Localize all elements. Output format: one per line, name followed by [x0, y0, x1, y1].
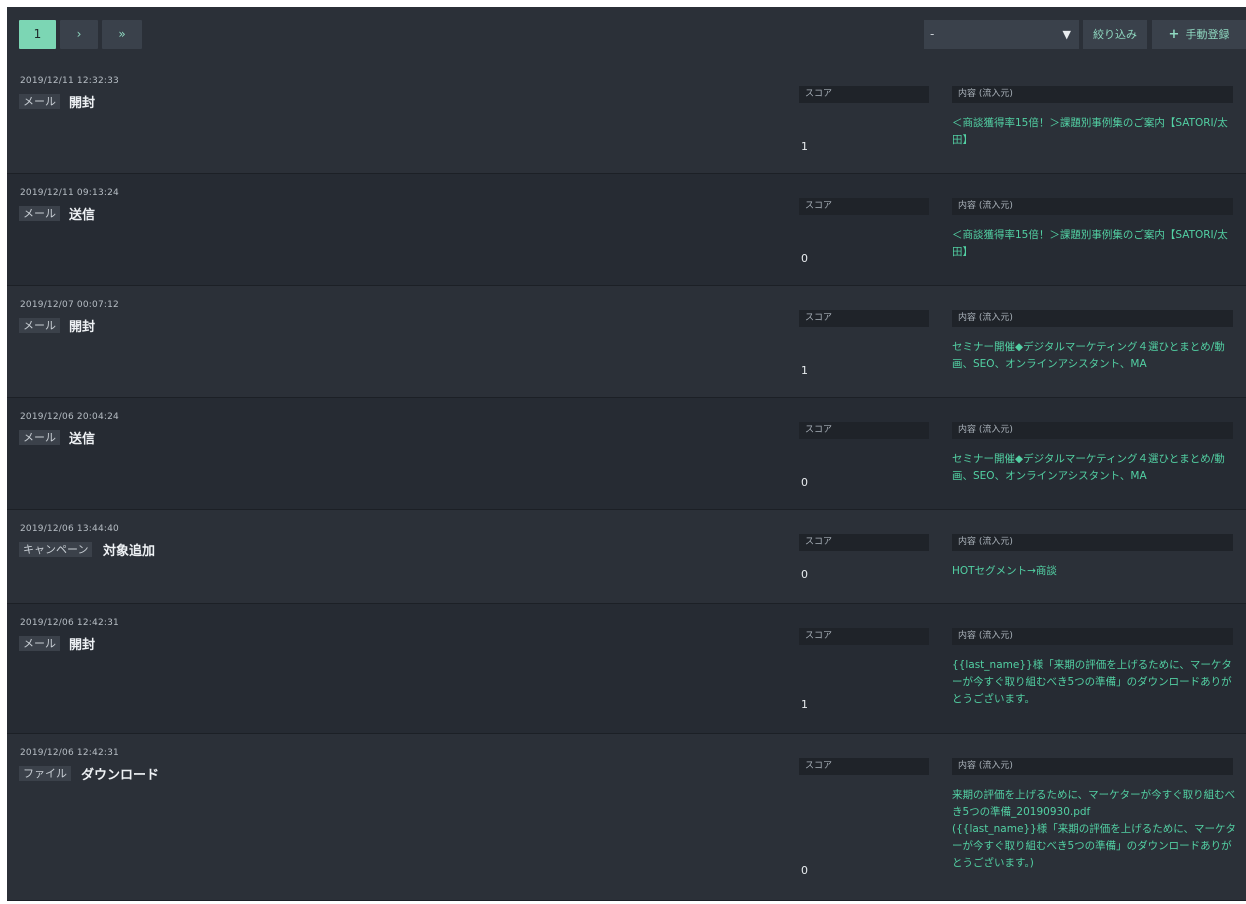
- activity-content[interactable]: セミナー開催◆デジタルマーケティング４選ひとまとめ/動画、SEO、オンラインアシ…: [952, 339, 1237, 373]
- content-line[interactable]: 来期の評価を上げるために、マーケターが今すぐ取り組むべき5つの準備_201909…: [952, 787, 1237, 821]
- activity-timestamp: 2019/12/07 00:07:12: [20, 300, 119, 310]
- content-line[interactable]: ＜商談獲得率15倍！＞課題別事例集のご案内【SATORI/太田】: [952, 115, 1237, 149]
- activity-action: 開封: [69, 96, 96, 111]
- activity-action: 送信: [69, 208, 96, 223]
- activity-type-badge: メール: [19, 318, 60, 333]
- activity-row: 2019/12/06 12:42:31 メール 開封 スコア 1 内容 (流入元) {{la…: [7, 604, 1246, 734]
- activity-action: 開封: [69, 320, 96, 335]
- activity-content[interactable]: ＜商談獲得率15倍！＞課題別事例集のご案内【SATORI/太田】: [952, 115, 1237, 149]
- score-value: 0: [801, 476, 808, 489]
- activity-content[interactable]: HOTセグメント→商談: [952, 563, 1237, 580]
- score-label: スコア: [799, 310, 929, 327]
- filter-select[interactable]: - ▼: [924, 20, 1079, 49]
- filter-select-value: -: [930, 27, 935, 41]
- activity-type-badge: キャンペーン: [19, 542, 93, 557]
- next-page-button[interactable]: ›: [60, 20, 98, 49]
- content-line[interactable]: HOTセグメント→商談: [952, 563, 1237, 580]
- score-label: スコア: [799, 198, 929, 215]
- page-1-button[interactable]: 1: [19, 20, 56, 49]
- activity-row: 2019/12/11 09:13:24 メール 送信 スコア 0 内容 (流入元) ＜商談獲…: [7, 174, 1246, 286]
- caret-down-icon: ▼: [1062, 28, 1071, 41]
- score-value: 0: [801, 568, 808, 581]
- activity-timestamp: 2019/12/11 09:13:24: [20, 188, 119, 198]
- last-page-button[interactable]: »: [102, 20, 142, 49]
- activity-action: ダウンロード: [81, 768, 160, 783]
- activity-content[interactable]: {{last_name}}様「来期の評価を上げるために、マーケターが今すぐ取り組…: [952, 657, 1237, 708]
- activity-action: 開封: [69, 638, 96, 653]
- content-label: 内容 (流入元): [952, 534, 1233, 551]
- content-label: 内容 (流入元): [952, 758, 1233, 775]
- activity-type-badge: メール: [19, 430, 60, 445]
- activity-type-badge: ファイル: [19, 766, 71, 781]
- score-value: 1: [801, 140, 808, 153]
- activity-type-badge: メール: [19, 94, 60, 109]
- score-label: スコア: [799, 422, 929, 439]
- activity-timestamp: 2019/12/11 12:32:33: [20, 76, 119, 86]
- score-value: 1: [801, 364, 808, 377]
- score-label: スコア: [799, 534, 929, 551]
- activity-row: 2019/12/06 20:04:24 メール 送信 スコア 0 内容 (流入元) セミナー…: [7, 398, 1246, 510]
- toolbar: 1 › » - ▼ 絞り込み + 手動登録: [7, 7, 1246, 63]
- manual-register-label: 手動登録: [1185, 28, 1230, 41]
- activity-timestamp: 2019/12/06 12:42:31: [20, 618, 119, 628]
- content-label: 内容 (流入元): [952, 198, 1233, 215]
- activity-row: 2019/12/06 13:44:40 キャンペーン 対象追加 スコア 0 内容 (流入元…: [7, 510, 1246, 604]
- activity-type-badge: メール: [19, 206, 60, 221]
- content-label: 内容 (流入元): [952, 422, 1233, 439]
- activity-row: 2019/12/06 12:42:31 ファイル ダウンロード スコア 0 内容 (流入元…: [7, 734, 1246, 901]
- activity-action: 対象追加: [103, 544, 156, 559]
- score-value: 0: [801, 252, 808, 265]
- activity-type-badge: メール: [19, 636, 60, 651]
- score-label: スコア: [799, 758, 929, 775]
- content-line[interactable]: {{last_name}}様「来期の評価を上げるために、マーケターが今すぐ取り組…: [952, 657, 1237, 708]
- activity-content[interactable]: セミナー開催◆デジタルマーケティング４選ひとまとめ/動画、SEO、オンラインアシ…: [952, 451, 1237, 485]
- content-line[interactable]: ({{last_name}}様「来期の評価を上げるために、マーケターが今すぐ取り…: [952, 821, 1237, 872]
- activity-content[interactable]: ＜商談獲得率15倍！＞課題別事例集のご案内【SATORI/太田】: [952, 227, 1237, 261]
- activity-log-panel: 1 › » - ▼ 絞り込み + 手動登録 2019/12/11 12:32:33…: [7, 7, 1246, 901]
- activity-timestamp: 2019/12/06 12:42:31: [20, 748, 119, 758]
- plus-icon: +: [1168, 27, 1180, 42]
- content-label: 内容 (流入元): [952, 628, 1233, 645]
- activity-row: 2019/12/11 12:32:33 メール 開封 スコア 1 内容 (流入元) ＜商談獲…: [7, 62, 1246, 174]
- score-value: 0: [801, 864, 808, 877]
- content-label: 内容 (流入元): [952, 310, 1233, 327]
- content-line[interactable]: セミナー開催◆デジタルマーケティング４選ひとまとめ/動画、SEO、オンラインアシ…: [952, 451, 1237, 485]
- activity-content[interactable]: 来期の評価を上げるために、マーケターが今すぐ取り組むべき5つの準備_201909…: [952, 787, 1237, 872]
- content-label: 内容 (流入元): [952, 86, 1233, 103]
- score-label: スコア: [799, 86, 929, 103]
- content-line[interactable]: ＜商談獲得率15倍！＞課題別事例集のご案内【SATORI/太田】: [952, 227, 1237, 261]
- manual-register-button[interactable]: + 手動登録: [1152, 20, 1246, 49]
- content-line[interactable]: セミナー開催◆デジタルマーケティング４選ひとまとめ/動画、SEO、オンラインアシ…: [952, 339, 1237, 373]
- activity-timestamp: 2019/12/06 20:04:24: [20, 412, 119, 422]
- filter-button[interactable]: 絞り込み: [1083, 20, 1147, 49]
- score-label: スコア: [799, 628, 929, 645]
- activity-action: 送信: [69, 432, 96, 447]
- score-value: 1: [801, 698, 808, 711]
- activity-row: 2019/12/07 00:07:12 メール 開封 スコア 1 内容 (流入元) セミナー…: [7, 286, 1246, 398]
- activity-timestamp: 2019/12/06 13:44:40: [20, 524, 119, 534]
